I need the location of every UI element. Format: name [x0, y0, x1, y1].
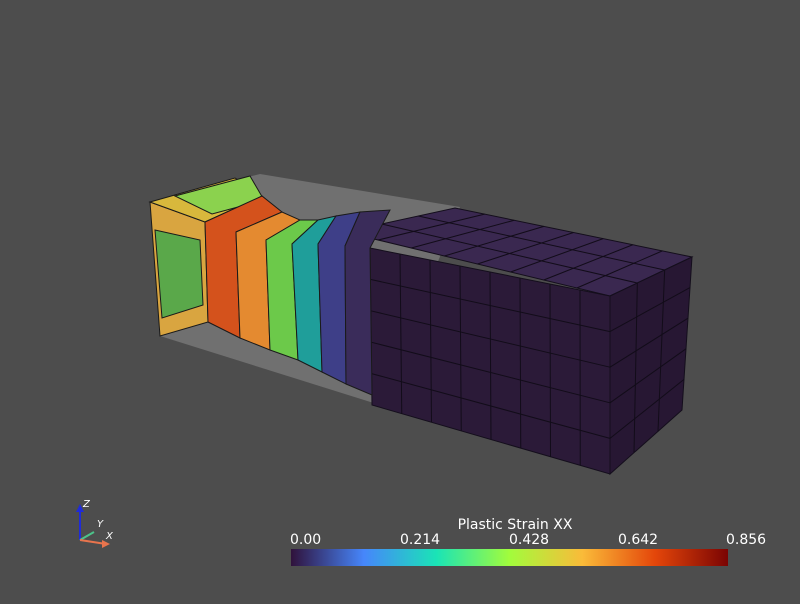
z-axis-label: Z	[83, 499, 90, 510]
scalar-bar-tick-2: 0.428	[509, 532, 549, 548]
scalar-bar-tick-0: 0.00	[290, 532, 321, 548]
mesh-grid-line	[550, 284, 551, 457]
end-face-green	[155, 230, 203, 318]
x-axis-label: X	[106, 531, 113, 542]
3d-viewport[interactable]: Z Y X Plastic Strain XX 0.00 0.214 0.428…	[0, 0, 800, 600]
scalar-bar-title: Plastic Strain XX	[430, 517, 600, 533]
scalar-bar-tick-3: 0.642	[618, 532, 658, 548]
scalar-bar-gradient	[291, 549, 728, 566]
scalar-bar-tick-4: 0.856	[726, 532, 766, 548]
y-axis-line	[80, 532, 94, 540]
scalar-bar-tick-1: 0.214	[400, 532, 440, 548]
y-axis-label: Y	[97, 519, 103, 530]
